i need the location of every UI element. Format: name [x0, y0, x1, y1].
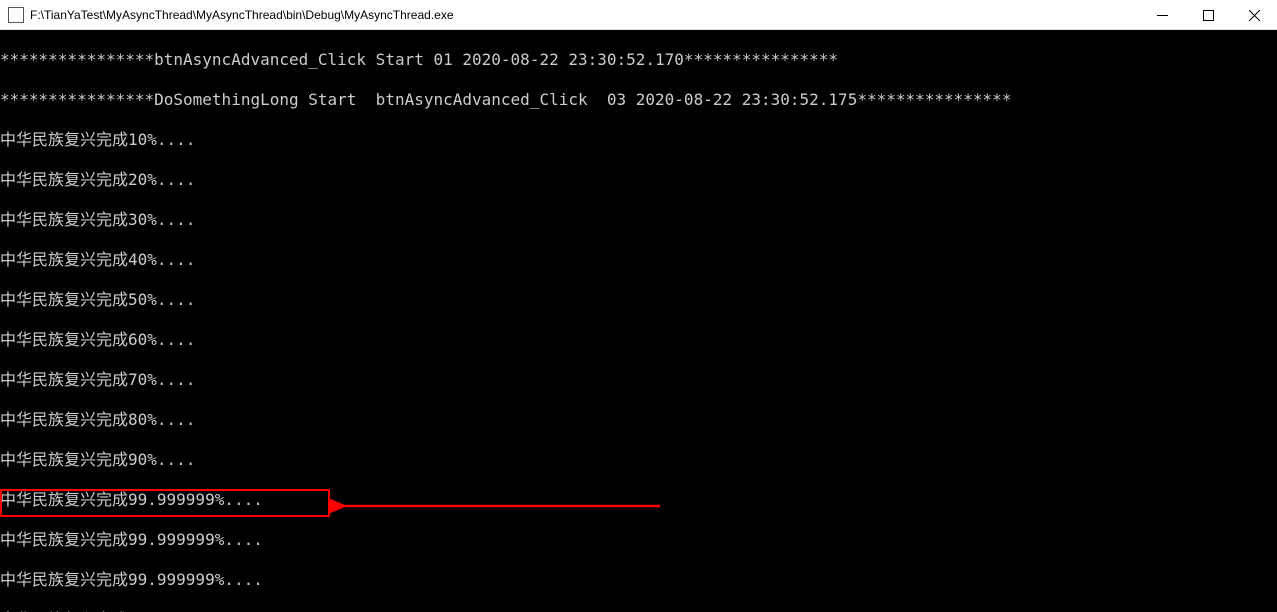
window-controls [1139, 0, 1277, 29]
console-line: 中华民族复兴完成40%.... [0, 250, 1277, 270]
titlebar[interactable]: F:\TianYaTest\MyAsyncThread\MyAsyncThrea… [0, 0, 1277, 30]
console-line: 中华民族复兴完成30%.... [0, 210, 1277, 230]
console-output[interactable]: ****************btnAsyncAdvanced_Click S… [0, 30, 1277, 612]
app-icon [8, 7, 24, 23]
console-line: 中华民族复兴完成60%.... [0, 330, 1277, 350]
close-button[interactable] [1231, 0, 1277, 30]
console-line: 中华民族复兴完成70%.... [0, 370, 1277, 390]
window-title: F:\TianYaTest\MyAsyncThread\MyAsyncThrea… [30, 8, 1139, 22]
console-line: ****************btnAsyncAdvanced_Click S… [0, 50, 1277, 70]
console-window: F:\TianYaTest\MyAsyncThread\MyAsyncThrea… [0, 0, 1277, 612]
console-line: 中华民族复兴完成99.999999%.... [0, 530, 1277, 550]
minimize-button[interactable] [1139, 0, 1185, 30]
console-line: 中华民族复兴完成90%.... [0, 450, 1277, 470]
console-line: 中华民族复兴完成10%.... [0, 130, 1277, 150]
console-line: 中华民族复兴完成20%.... [0, 170, 1277, 190]
console-line: 中华民族复兴完成99.999999%.... [0, 490, 1277, 510]
console-line: 中华民族复兴完成99.999999%.... [0, 570, 1277, 590]
maximize-button[interactable] [1185, 0, 1231, 30]
console-line: 中华民族复兴完成80%.... [0, 410, 1277, 430]
console-line: ****************DoSomethingLong Start bt… [0, 90, 1277, 110]
console-line: 中华民族复兴完成50%.... [0, 290, 1277, 310]
